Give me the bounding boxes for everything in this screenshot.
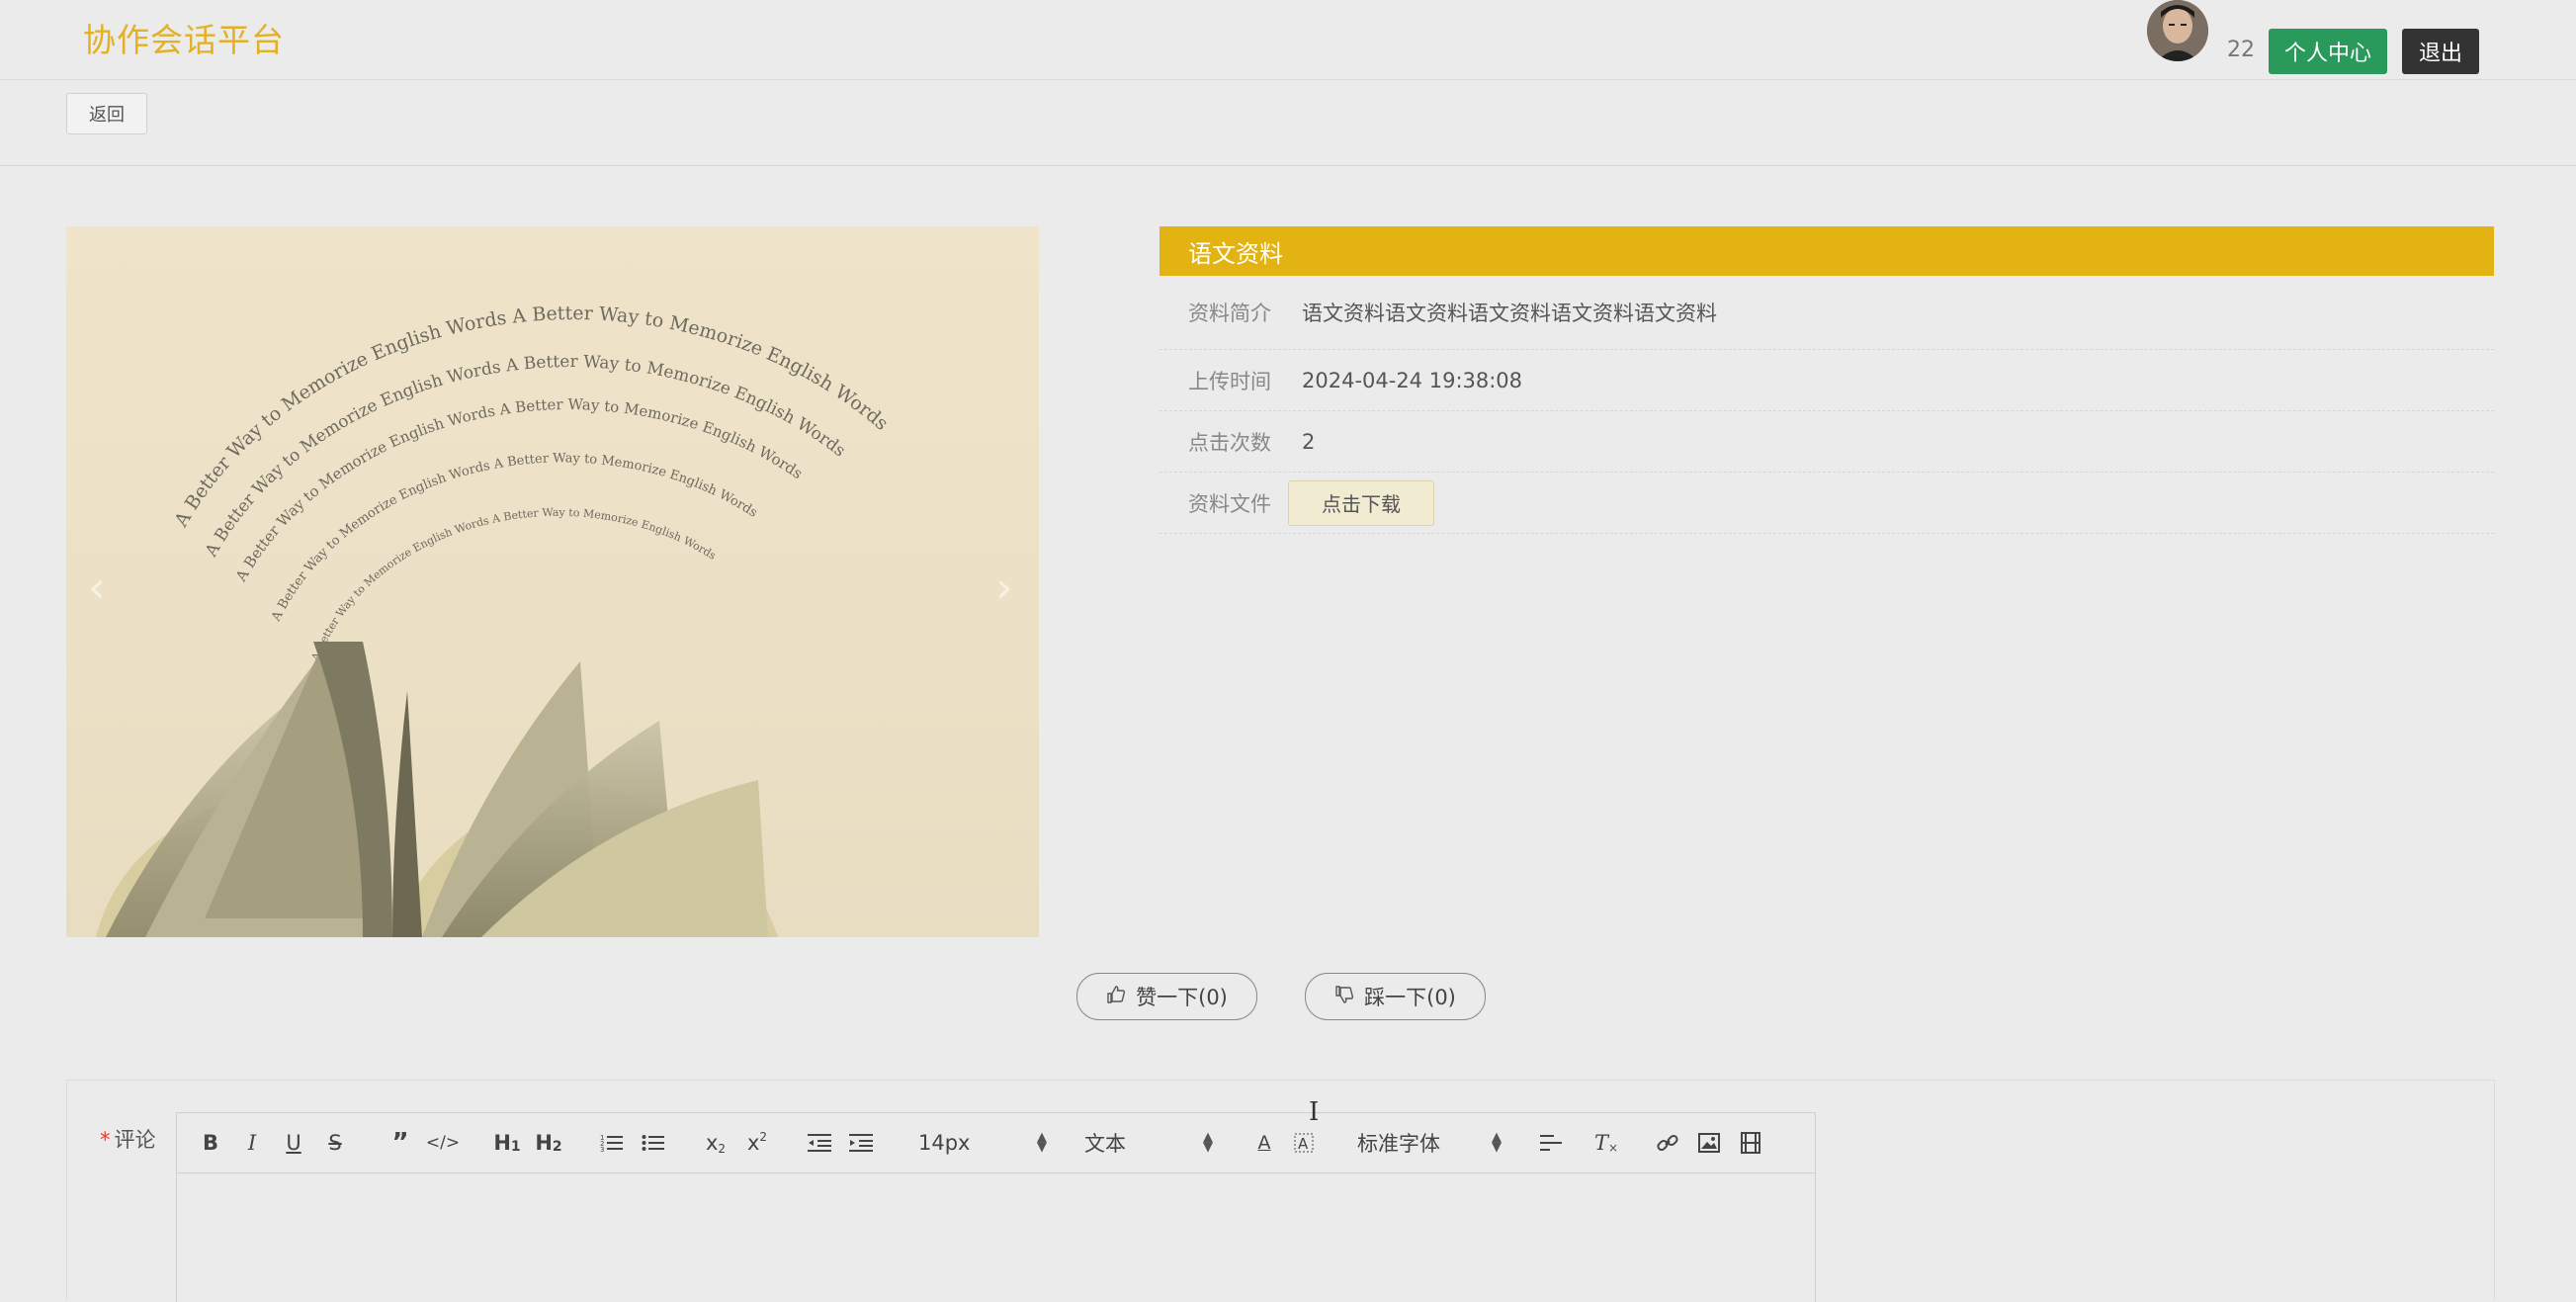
clear-format-icon[interactable]: T × (1592, 1129, 1620, 1157)
font-family-value: 标准字体 (1357, 1132, 1440, 1156)
rich-text-editor: B I U S ” </> H1 H2 123 x2 x2 14px ▲ ▼ 文… (176, 1112, 1816, 1302)
subscript-icon[interactable]: x2 (701, 1129, 730, 1157)
bullet-list-icon[interactable] (640, 1129, 667, 1157)
image-icon[interactable] (1695, 1129, 1723, 1157)
info-label: 资料简介 (1188, 302, 1271, 325)
font-family-select[interactable]: 标准字体 ▲ ▼ (1357, 1129, 1502, 1157)
comment-input-area[interactable] (177, 1173, 1815, 1302)
indent-icon[interactable] (847, 1129, 875, 1157)
logout-button[interactable]: 退出 (2402, 29, 2479, 74)
personal-center-button[interactable]: 个人中心 (2269, 29, 2387, 74)
info-row-upload-time: 上传时间 2024-04-24 19:38:08 (1159, 350, 2494, 411)
block-type-value: 文本 (1084, 1132, 1126, 1156)
info-label: 点击次数 (1188, 430, 1271, 455)
like-label: 赞一下(0) (1136, 986, 1228, 1009)
svg-text:3: 3 (600, 1146, 604, 1153)
font-size-select[interactable]: 14px ▲ ▼ (918, 1129, 1047, 1157)
info-row-file: 资料文件 点击下载 (1159, 473, 2494, 534)
comment-label-text: 评论 (114, 1128, 156, 1152)
dislike-button[interactable]: 踩一下(0) (1305, 973, 1486, 1020)
select-arrows-icon: ▲ ▼ (1037, 1130, 1047, 1155)
material-info-panel: 语文资料 资料简介 语文资料语文资料语文资料语文资料语文资料 上传时间 2024… (1159, 226, 2494, 534)
thumbs-down-icon (1334, 985, 1354, 1009)
block-type-select[interactable]: 文本 ▲ ▼ (1084, 1129, 1213, 1157)
material-cover-image: A Better Way to Memorize English Words A… (66, 226, 1039, 937)
underline-icon[interactable]: U (280, 1129, 307, 1157)
ordered-list-icon[interactable]: 123 (598, 1129, 626, 1157)
site-logo[interactable]: 协作会话平台 (83, 14, 285, 61)
avatar-icon (2147, 0, 2208, 61)
back-button[interactable]: 返回 (66, 93, 147, 134)
cover-arc-text-5: A Better Way to Memorize English Words A… (308, 506, 719, 663)
open-book (96, 642, 778, 937)
heading-1-icon[interactable]: H1 (491, 1129, 523, 1157)
link-icon[interactable] (1654, 1129, 1681, 1157)
dislike-label: 踩一下(0) (1364, 986, 1456, 1009)
superscript-icon[interactable]: x2 (742, 1129, 772, 1157)
video-icon[interactable] (1737, 1129, 1764, 1157)
required-mark: * (100, 1128, 111, 1152)
text-color-icon[interactable]: A (1250, 1129, 1278, 1157)
info-row-click-count: 点击次数 2 (1159, 411, 2494, 473)
book-illustration: A Better Way to Memorize English Words A… (96, 303, 893, 937)
top-header: 协作会话平台 22 个人中心 退出 (0, 0, 2576, 80)
blockquote-icon[interactable]: ” (386, 1128, 414, 1158)
thumbs-up-icon (1106, 985, 1126, 1009)
info-value: 语文资料语文资料语文资料语文资料语文资料 (1302, 302, 1717, 325)
info-label: 资料文件 (1188, 491, 1271, 516)
user-count: 22 (2227, 38, 2255, 62)
text-cursor-icon: I (1309, 1097, 1320, 1127)
align-left-icon[interactable] (1537, 1129, 1565, 1157)
info-row-intro: 资料简介 语文资料语文资料语文资料语文资料语文资料 (1159, 276, 2494, 350)
select-arrows-icon: ▲ ▼ (1492, 1130, 1502, 1155)
comment-label: * 评论 (100, 1124, 156, 1154)
svg-text:A: A (1298, 1135, 1309, 1153)
like-button[interactable]: 赞一下(0) (1076, 973, 1257, 1020)
download-button[interactable]: 点击下载 (1288, 479, 1434, 526)
code-block-icon[interactable]: </> (426, 1129, 460, 1157)
font-size-value: 14px (918, 1131, 971, 1155)
heading-2-icon[interactable]: H2 (533, 1129, 564, 1157)
info-value: 2024-04-24 19:38:08 (1302, 368, 1523, 392)
bold-icon[interactable]: B (197, 1129, 224, 1157)
carousel-prev-icon[interactable]: ‹ (88, 563, 106, 613)
user-avatar[interactable] (2147, 0, 2208, 61)
info-value: 2 (1302, 429, 1316, 454)
carousel-next-icon[interactable]: › (995, 563, 1013, 613)
info-label: 上传时间 (1188, 369, 1271, 393)
editor-toolbar: B I U S ” </> H1 H2 123 x2 x2 14px ▲ ▼ 文… (177, 1113, 1815, 1173)
italic-icon[interactable]: I (238, 1129, 266, 1157)
background-color-icon[interactable]: A (1290, 1129, 1318, 1157)
comment-section: * 评论 B I U S ” </> H1 H2 123 x2 x2 14px … (66, 1080, 2495, 1302)
select-arrows-icon: ▲ ▼ (1203, 1130, 1213, 1155)
outdent-icon[interactable] (806, 1129, 833, 1157)
strikethrough-icon[interactable]: S (321, 1129, 349, 1157)
back-bar: 返回 (0, 80, 2576, 166)
material-title: 语文资料 (1159, 226, 2494, 276)
